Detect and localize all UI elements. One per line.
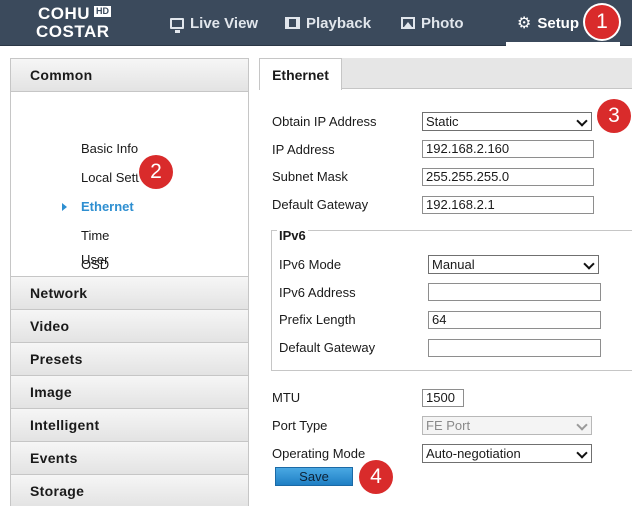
settings-sidebar: Common Basic Info Local Settings Etherne… <box>10 58 249 506</box>
logo-text-line1: COHU <box>38 4 91 23</box>
monitor-icon <box>170 17 184 33</box>
ipv6-mode-value: Manual <box>432 257 475 272</box>
tab-ethernet[interactable]: Ethernet <box>259 58 342 90</box>
nav-setup-label: Setup <box>537 14 580 32</box>
ipv6-default-gateway-input[interactable] <box>428 339 601 357</box>
active-nav-indicator <box>506 42 620 46</box>
port-type-select: FE Port <box>422 416 592 435</box>
port-type-value: FE Port <box>426 418 471 433</box>
nav-photo-label: Photo <box>421 14 464 32</box>
obtain-ip-label: Obtain IP Address <box>272 114 377 129</box>
subnet-mask-input[interactable]: 255.255.255.0 <box>422 168 594 186</box>
active-item-arrow-icon <box>62 203 67 211</box>
port-type-label: Port Type <box>272 418 328 433</box>
nav-playback[interactable]: Playback <box>285 13 371 33</box>
callout-badge-1: 1 <box>585 5 619 39</box>
sidebar-item-ethernet[interactable]: Ethernet <box>81 199 134 214</box>
ipv6-group-title: IPv6 <box>277 228 308 243</box>
callout-badge-4: 4 <box>359 460 393 494</box>
ethernet-settings-panel: Ethernet Obtain IP Address Static IP Add… <box>259 58 632 506</box>
ip-address-input[interactable]: 192.168.2.160 <box>422 140 594 158</box>
nav-playback-label: Playback <box>306 14 372 32</box>
gear-icon: ⚙ <box>517 15 532 32</box>
obtain-ip-select[interactable]: Static <box>422 112 592 131</box>
operating-mode-select[interactable]: Auto-negotiation <box>422 444 592 463</box>
chevron-down-icon <box>576 447 588 459</box>
top-bar: COHU HD COSTAR Live View Playback Photo … <box>0 0 632 46</box>
nav-setup[interactable]: ⚙ Setup <box>517 13 579 33</box>
sidebar-item-user[interactable]: User <box>81 252 108 267</box>
ip-address-label: IP Address <box>272 142 335 157</box>
save-button[interactable]: Save <box>275 467 353 486</box>
chevron-down-icon <box>576 419 588 431</box>
logo-text-line2: COSTAR <box>36 22 110 41</box>
sidebar-category-events[interactable]: Events <box>11 442 248 475</box>
mtu-label: MTU <box>272 390 301 405</box>
cohu-costar-logo: COHU HD COSTAR <box>36 4 122 42</box>
subnet-mask-label: Subnet Mask <box>272 169 348 184</box>
default-gateway-input[interactable]: 192.168.2.1 <box>422 196 594 214</box>
sidebar-category-common[interactable]: Common <box>11 59 248 92</box>
chevron-down-icon <box>583 258 595 270</box>
obtain-ip-value: Static <box>426 114 459 129</box>
ipv6-address-label: IPv6 Address <box>279 285 356 300</box>
sidebar-item-basic-info[interactable]: Basic Info <box>81 141 138 156</box>
ipv6-default-gateway-label: Default Gateway <box>279 340 376 355</box>
sidebar-category-network[interactable]: Network <box>11 277 248 310</box>
mtu-input[interactable]: 1500 <box>422 389 464 407</box>
callout-badge-3: 3 <box>597 99 631 133</box>
operating-mode-label: Operating Mode <box>272 446 366 461</box>
logo-hd-mark: HD <box>94 6 111 17</box>
tab-bar: Ethernet <box>259 58 632 90</box>
sidebar-category-intelligent[interactable]: Intelligent <box>11 409 248 442</box>
nav-live-view-label: Live View <box>190 14 259 32</box>
nav-photo[interactable]: Photo <box>401 13 464 33</box>
photo-icon <box>401 17 415 29</box>
ipv6-mode-label: IPv6 Mode <box>279 257 342 272</box>
operating-mode-value: Auto-negotiation <box>426 446 521 461</box>
ipv6-mode-select[interactable]: Manual <box>428 255 599 274</box>
prefix-length-input[interactable]: 64 <box>428 311 601 329</box>
common-submenu: Basic Info Local Settings Ethernet Time … <box>11 92 248 277</box>
nav-live-view[interactable]: Live View <box>170 13 258 33</box>
sidebar-category-image[interactable]: Image <box>11 376 248 409</box>
ipv6-address-input[interactable] <box>428 283 601 301</box>
prefix-length-label: Prefix Length <box>279 312 356 327</box>
sidebar-category-storage[interactable]: Storage <box>11 475 248 506</box>
chevron-down-icon <box>576 115 588 127</box>
callout-badge-2: 2 <box>139 155 173 189</box>
film-icon <box>285 17 300 29</box>
default-gateway-label: Default Gateway <box>272 197 369 212</box>
sidebar-category-presets[interactable]: Presets <box>11 343 248 376</box>
sidebar-item-time[interactable]: Time <box>81 228 109 243</box>
sidebar-category-video[interactable]: Video <box>11 310 248 343</box>
